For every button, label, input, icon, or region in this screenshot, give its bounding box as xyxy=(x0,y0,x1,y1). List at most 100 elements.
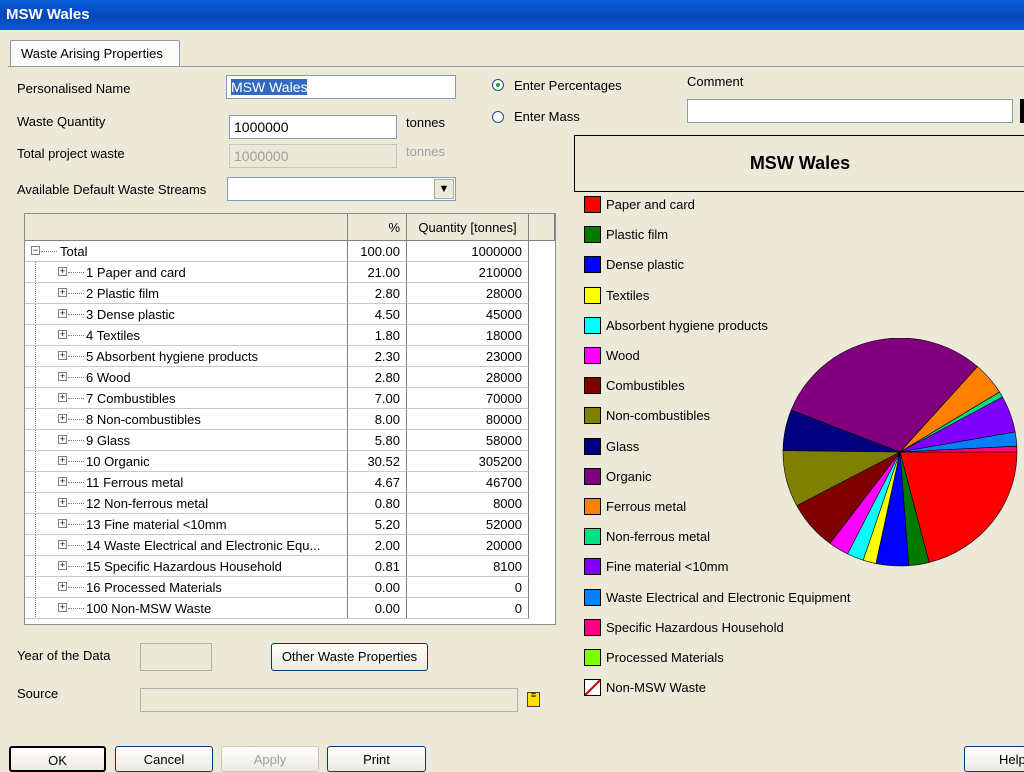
expand-icon[interactable]: + xyxy=(58,435,67,444)
note-icon[interactable]: ≡ xyxy=(527,691,540,707)
table-row[interactable]: +6 Wood 2.80 28000 xyxy=(25,367,555,388)
row-qty[interactable]: 305200 xyxy=(407,451,529,472)
table-row[interactable]: +1 Paper and card 21.00 210000 xyxy=(25,262,555,283)
expand-icon[interactable]: + xyxy=(58,519,67,528)
row-pct[interactable]: 30.52 xyxy=(348,451,407,472)
comment-field[interactable] xyxy=(687,99,1013,123)
tree-line xyxy=(68,314,84,315)
row-qty[interactable]: 70000 xyxy=(407,388,529,409)
expand-icon[interactable]: + xyxy=(58,477,67,486)
row-pct[interactable]: 2.30 xyxy=(348,346,407,367)
row-pct[interactable]: 100.00 xyxy=(348,241,407,262)
year-field[interactable] xyxy=(140,643,212,671)
row-qty[interactable]: 18000 xyxy=(407,325,529,346)
row-name: 100 Non-MSW Waste xyxy=(86,601,212,616)
expand-icon[interactable]: + xyxy=(58,309,67,318)
expand-icon[interactable]: + xyxy=(58,372,67,381)
row-qty[interactable]: 23000 xyxy=(407,346,529,367)
other-waste-properties-button[interactable]: Other Waste Properties xyxy=(271,643,428,671)
mass-radio[interactable] xyxy=(492,111,504,123)
table-row[interactable]: +2 Plastic film 2.80 28000 xyxy=(25,283,555,304)
row-pct[interactable]: 8.00 xyxy=(348,409,407,430)
row-qty[interactable]: 20000 xyxy=(407,535,529,556)
table-row[interactable]: +5 Absorbent hygiene products 2.30 23000 xyxy=(25,346,555,367)
print-button[interactable]: Print xyxy=(327,746,426,772)
expand-icon[interactable]: + xyxy=(58,330,67,339)
row-pct[interactable]: 4.50 xyxy=(348,304,407,325)
row-pct[interactable]: 2.00 xyxy=(348,535,407,556)
expand-icon[interactable]: + xyxy=(58,414,67,423)
ok-button[interactable]: OK xyxy=(9,746,106,772)
table-row[interactable]: +10 Organic 30.52 305200 xyxy=(25,451,555,472)
row-name: 11 Ferrous metal xyxy=(86,475,184,490)
collapse-icon[interactable]: − xyxy=(31,246,40,255)
table-row[interactable]: +3 Dense plastic 4.50 45000 xyxy=(25,304,555,325)
expand-icon[interactable]: + xyxy=(58,267,67,276)
source-field[interactable] xyxy=(140,688,518,712)
help-button[interactable]: Help xyxy=(964,746,1024,772)
chevron-down-icon[interactable]: ▼ xyxy=(434,179,454,199)
row-pct[interactable]: 0.80 xyxy=(348,493,407,514)
row-qty[interactable]: 1000000 xyxy=(407,241,529,262)
row-qty[interactable]: 210000 xyxy=(407,262,529,283)
row-qty[interactable]: 52000 xyxy=(407,514,529,535)
streams-label: Available Default Waste Streams xyxy=(17,182,207,197)
expand-icon[interactable]: + xyxy=(58,288,67,297)
row-pct[interactable]: 0.00 xyxy=(348,577,407,598)
row-pct[interactable]: 0.81 xyxy=(348,556,407,577)
table-row[interactable]: +11 Ferrous metal 4.67 46700 xyxy=(25,472,555,493)
name-field[interactable]: MSW Wales xyxy=(226,75,456,99)
table-row[interactable]: +4 Textiles 1.80 18000 xyxy=(25,325,555,346)
table-row[interactable]: +7 Combustibles 7.00 70000 xyxy=(25,388,555,409)
grid-header-pct[interactable]: % xyxy=(348,214,407,241)
tree-line xyxy=(35,304,36,324)
table-row-total[interactable]: − Total 100.00 1000000 xyxy=(25,241,555,262)
row-qty[interactable]: 8100 xyxy=(407,556,529,577)
row-qty[interactable]: 46700 xyxy=(407,472,529,493)
expand-icon[interactable]: + xyxy=(58,456,67,465)
quantity-field[interactable]: 1000000 xyxy=(229,115,397,139)
table-row[interactable]: +8 Non-combustibles 8.00 80000 xyxy=(25,409,555,430)
table-row[interactable]: +14 Waste Electrical and Electronic Equ.… xyxy=(25,535,555,556)
expand-icon[interactable]: + xyxy=(58,603,67,612)
row-pct[interactable]: 4.67 xyxy=(348,472,407,493)
row-pct[interactable]: 2.80 xyxy=(348,367,407,388)
row-qty[interactable]: 80000 xyxy=(407,409,529,430)
table-row[interactable]: +15 Specific Hazardous Household 0.81 8100 xyxy=(25,556,555,577)
row-pct[interactable]: 7.00 xyxy=(348,388,407,409)
percentages-radio[interactable] xyxy=(492,79,504,91)
grid-header-qty[interactable]: Quantity [tonnes] xyxy=(407,214,529,241)
row-pct[interactable]: 5.80 xyxy=(348,430,407,451)
table-row[interactable]: +13 Fine material <10mm 5.20 52000 xyxy=(25,514,555,535)
row-qty[interactable]: 8000 xyxy=(407,493,529,514)
row-pct[interactable]: 2.80 xyxy=(348,283,407,304)
row-pct[interactable]: 0.00 xyxy=(348,598,407,619)
waste-grid[interactable]: % Quantity [tonnes] − Total 100.00 1000000 +… xyxy=(24,213,556,625)
expand-icon[interactable]: + xyxy=(58,393,67,402)
tree-line xyxy=(68,587,84,588)
table-row[interactable]: +100 Non-MSW Waste 0.00 0 xyxy=(25,598,555,619)
tree-line xyxy=(35,388,36,408)
expand-icon[interactable]: + xyxy=(58,498,67,507)
row-qty[interactable]: 28000 xyxy=(407,367,529,388)
row-qty[interactable]: 0 xyxy=(407,598,529,619)
row-qty[interactable]: 58000 xyxy=(407,430,529,451)
expand-icon[interactable]: + xyxy=(58,561,67,570)
expand-icon[interactable]: + xyxy=(58,351,67,360)
row-qty[interactable]: 45000 xyxy=(407,304,529,325)
row-pct[interactable]: 21.00 xyxy=(348,262,407,283)
expand-icon[interactable]: + xyxy=(58,540,67,549)
row-qty[interactable]: 0 xyxy=(407,577,529,598)
expand-icon[interactable]: + xyxy=(58,582,67,591)
streams-select[interactable] xyxy=(227,177,456,201)
grid-header-name xyxy=(25,214,348,241)
table-row[interactable]: +16 Processed Materials 0.00 0 xyxy=(25,577,555,598)
row-pct[interactable]: 1.80 xyxy=(348,325,407,346)
tab-waste-arising-properties[interactable]: Waste Arising Properties xyxy=(10,40,180,67)
table-row[interactable]: +12 Non-ferrous metal 0.80 8000 xyxy=(25,493,555,514)
cancel-button[interactable]: Cancel xyxy=(115,746,213,772)
legend-label: Non-ferrous metal xyxy=(606,529,711,545)
row-qty[interactable]: 28000 xyxy=(407,283,529,304)
table-row[interactable]: +9 Glass 5.80 58000 xyxy=(25,430,555,451)
row-pct[interactable]: 5.20 xyxy=(348,514,407,535)
